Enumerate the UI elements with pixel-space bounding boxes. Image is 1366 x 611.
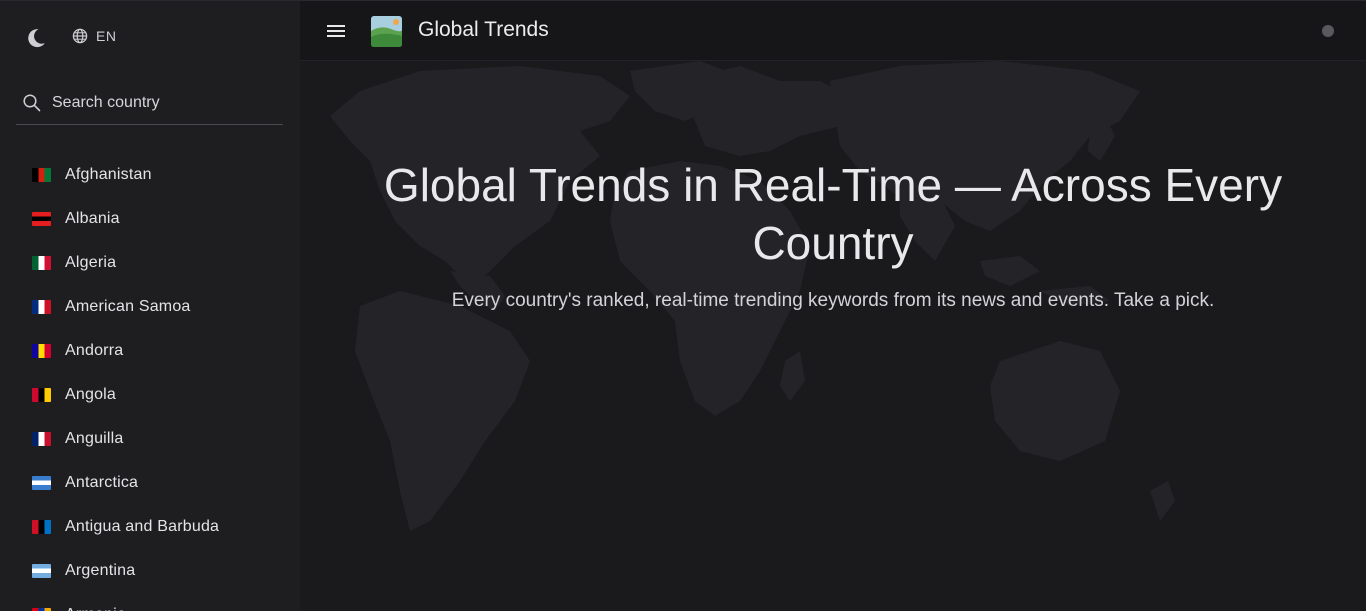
country-name: Angola bbox=[65, 386, 117, 403]
country-name: Antigua and Barbuda bbox=[65, 518, 220, 535]
country-search bbox=[16, 81, 283, 125]
flag-icon bbox=[32, 212, 51, 226]
country-item[interactable]: Afghanistan bbox=[0, 153, 300, 197]
hero-section: Global Trends in Real-Time — Across Ever… bbox=[300, 61, 1366, 611]
world-map-background bbox=[330, 61, 1175, 531]
flag-icon bbox=[32, 476, 51, 490]
country-item[interactable]: Angola bbox=[0, 373, 300, 417]
country-name: Armenia bbox=[65, 606, 126, 611]
country-name: Andorra bbox=[65, 342, 124, 359]
country-name: Afghanistan bbox=[65, 166, 152, 183]
main-content: Global Trends Global Trends in Real-Time… bbox=[300, 0, 1366, 611]
country-item[interactable]: Algeria bbox=[0, 241, 300, 285]
country-item[interactable]: Albania bbox=[0, 197, 300, 241]
flag-icon bbox=[32, 168, 51, 182]
country-item[interactable]: Anguilla bbox=[0, 417, 300, 461]
language-switcher[interactable]: EN bbox=[72, 28, 116, 44]
flag-icon bbox=[32, 432, 51, 446]
country-item[interactable]: Argentina bbox=[0, 549, 300, 593]
app-title[interactable]: Global Trends bbox=[418, 18, 549, 42]
sidebar: EN Afghanistan Albania Algeria American Sam… bbox=[0, 0, 300, 611]
sidebar-toolbar: EN bbox=[0, 1, 300, 73]
country-item[interactable]: Armenia bbox=[0, 593, 300, 611]
landscape-logo-icon bbox=[371, 16, 402, 47]
country-name: Algeria bbox=[65, 254, 117, 271]
flag-icon bbox=[32, 520, 51, 534]
country-name: Anguilla bbox=[65, 430, 124, 447]
status-dot-icon bbox=[1322, 25, 1334, 37]
flag-icon bbox=[32, 388, 51, 402]
hero-subtitle: Every country's ranked, real-time trendi… bbox=[451, 290, 1215, 311]
flag-icon bbox=[32, 564, 51, 578]
hero-title: Global Trends in Real-Time — Across Ever… bbox=[383, 159, 1283, 269]
moon-icon[interactable] bbox=[24, 26, 48, 50]
country-item[interactable]: American Samoa bbox=[0, 285, 300, 329]
country-item[interactable]: Antigua and Barbuda bbox=[0, 505, 300, 549]
country-name: American Samoa bbox=[65, 298, 191, 315]
flag-icon bbox=[32, 344, 51, 358]
country-list: Afghanistan Albania Algeria American Samoa A… bbox=[0, 153, 300, 611]
country-item[interactable]: Antarctica bbox=[0, 461, 300, 505]
search-icon bbox=[23, 93, 41, 111]
country-name: Antarctica bbox=[65, 474, 139, 491]
globe-icon bbox=[72, 28, 88, 44]
flag-icon bbox=[32, 256, 51, 270]
flag-icon bbox=[32, 300, 51, 314]
app-header: Global Trends bbox=[300, 0, 1366, 61]
country-name: Albania bbox=[65, 210, 120, 227]
search-input[interactable] bbox=[52, 93, 272, 112]
country-item[interactable]: Andorra bbox=[0, 329, 300, 373]
language-label: EN bbox=[96, 28, 117, 44]
country-name: Argentina bbox=[65, 562, 136, 579]
hamburger-menu-icon[interactable] bbox=[326, 21, 346, 41]
